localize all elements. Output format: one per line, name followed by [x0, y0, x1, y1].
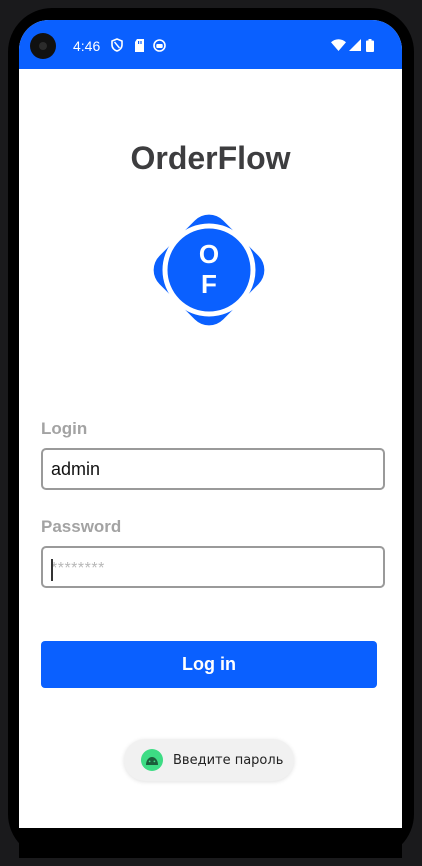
sd-card-icon [133, 38, 145, 52]
login-label: Login [41, 419, 88, 438]
text-caret [51, 559, 53, 581]
app-notification-icon [152, 38, 166, 52]
login-input[interactable] [41, 448, 385, 490]
toast-text: Введите пароль [173, 752, 284, 768]
shield-icon [110, 38, 124, 52]
app-logo: O F [153, 214, 265, 326]
front-camera [30, 33, 56, 59]
status-time: 4:46 [73, 38, 101, 54]
logo-letter-f: F [201, 269, 217, 299]
android-icon [141, 749, 163, 771]
password-input[interactable] [41, 546, 385, 588]
toast-message: Введите пароль [124, 739, 294, 781]
wifi-icon [330, 38, 346, 52]
password-label: Password [41, 517, 122, 536]
phone-screen: 4:46 OrderFlow O F Login admin Password … [19, 20, 402, 828]
battery-icon [365, 38, 374, 52]
login-button[interactable]: Log in [41, 641, 377, 688]
cell-signal-icon [348, 38, 361, 52]
app-title: OrderFlow [130, 140, 291, 176]
logo-letter-o: O [199, 239, 219, 269]
device-frame: 4:46 OrderFlow O F Login admin Password … [0, 0, 422, 866]
navigation-area [19, 828, 402, 858]
status-bar: 4:46 [19, 20, 402, 69]
login-screen: OrderFlow O F Login Password Log in [19, 69, 402, 828]
